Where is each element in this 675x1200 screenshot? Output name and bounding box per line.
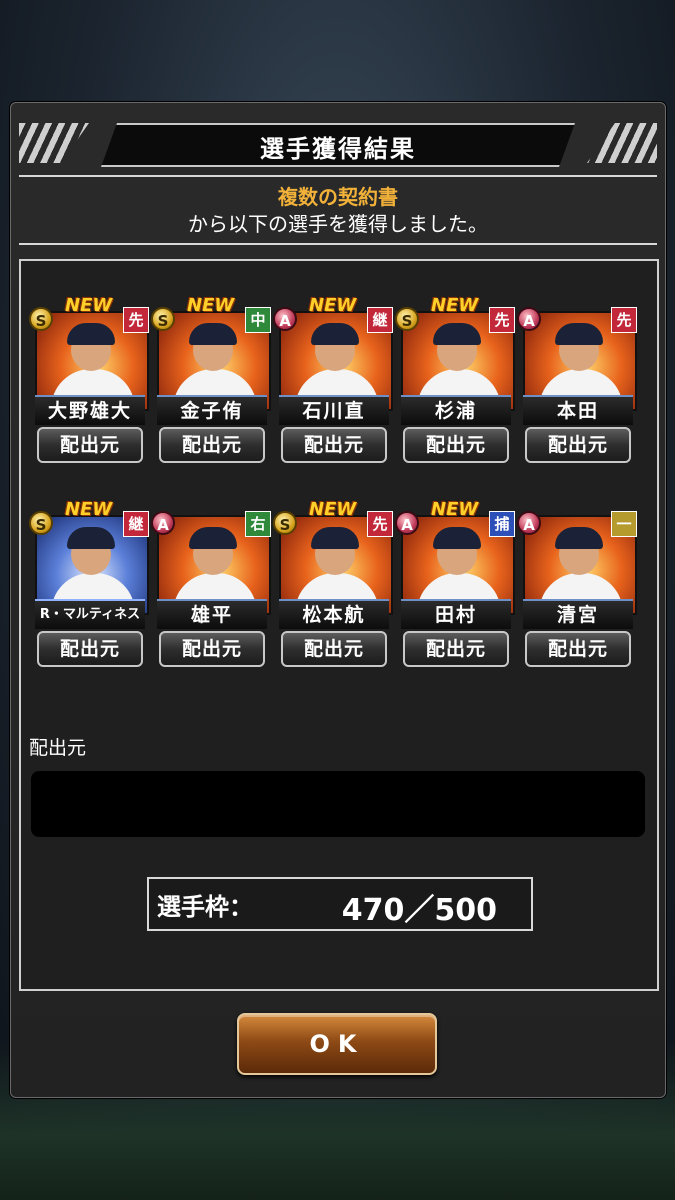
- position-badge: 継: [123, 511, 149, 537]
- player-slots-box: 選手枠： 470／500: [147, 877, 533, 931]
- rank-badge-icon: S: [29, 307, 53, 331]
- player-name: 金子侑: [180, 400, 244, 422]
- source-button[interactable]: 配出元: [403, 427, 509, 463]
- rank-badge-icon: A: [395, 511, 419, 535]
- player-name-bar: 松本航: [279, 599, 389, 629]
- rank-badge-icon: A: [273, 307, 297, 331]
- player-card[interactable]: 松本航 S NEW 先配出元: [273, 499, 393, 671]
- player-panel: 大野雄大 S NEW 先配出元 金子侑 S NEW 中配出元 石川直 A NEW 継配出元 杉浦 S NEW…: [19, 259, 659, 991]
- position-badge: 継: [367, 307, 393, 333]
- new-badge: NEW: [431, 295, 479, 316]
- acquisition-result-dialog: 選手獲得結果 複数の契約書 から以下の選手を獲得しました。 大野雄大 S NEW 先配…: [10, 102, 666, 1098]
- divider-top: [19, 175, 657, 177]
- player-name: 本田: [556, 400, 599, 422]
- position-badge: 右: [245, 511, 271, 537]
- player-card[interactable]: 金子侑 S NEW 中配出元: [151, 295, 271, 467]
- portrait-cap: [311, 527, 359, 549]
- portrait-cap: [67, 527, 115, 549]
- player-card[interactable]: R・マルティネス S NEW 継配出元: [29, 499, 149, 671]
- player-card[interactable]: 田村 A NEW 捕配出元: [395, 499, 515, 671]
- source-label: 配出元: [29, 737, 87, 759]
- title-bar: 選手獲得結果: [19, 123, 657, 167]
- source-display-box: [31, 771, 645, 837]
- portrait-cap: [67, 323, 115, 345]
- player-card[interactable]: 清宮 A 一配出元: [517, 503, 637, 671]
- result-message: から以下の選手を獲得しました。: [188, 212, 488, 236]
- player-card[interactable]: 本田 A 先配出元: [517, 299, 637, 467]
- player-card[interactable]: 雄平 A 右配出元: [151, 503, 271, 671]
- player-name: 杉浦: [434, 400, 477, 422]
- divider-bottom: [19, 243, 657, 245]
- source-button[interactable]: 配出元: [37, 631, 143, 667]
- player-name: 田村: [434, 604, 477, 626]
- new-badge: NEW: [65, 295, 113, 316]
- new-badge: NEW: [309, 295, 357, 316]
- dialog-title: 選手獲得結果: [260, 135, 416, 163]
- new-badge: NEW: [187, 295, 235, 316]
- position-badge: 一: [611, 511, 637, 537]
- portrait-cap: [555, 323, 603, 345]
- source-button[interactable]: 配出元: [403, 631, 509, 667]
- player-name: 清宮: [556, 604, 599, 626]
- portrait-cap: [433, 323, 481, 345]
- position-badge: 中: [245, 307, 271, 333]
- rank-badge-icon: A: [151, 511, 175, 535]
- player-name: R・マルティネス: [39, 607, 141, 622]
- source-button[interactable]: 配出元: [281, 631, 387, 667]
- player-name-bar: 雄平: [157, 599, 267, 629]
- new-badge: NEW: [65, 499, 113, 520]
- position-badge: 先: [611, 307, 637, 333]
- rank-badge-icon: S: [29, 511, 53, 535]
- player-name-bar: 田村: [401, 599, 511, 629]
- portrait-cap: [555, 527, 603, 549]
- player-name: 石川直: [302, 400, 366, 422]
- position-badge: 先: [123, 307, 149, 333]
- player-card[interactable]: 杉浦 S NEW 先配出元: [395, 295, 515, 467]
- player-card[interactable]: 大野雄大 S NEW 先配出元: [29, 295, 149, 467]
- player-slots-value: 470／500: [341, 893, 497, 928]
- rank-badge-icon: A: [517, 307, 541, 331]
- source-button[interactable]: 配出元: [159, 427, 265, 463]
- player-name-bar: 本田: [523, 395, 633, 425]
- player-name-bar: 石川直: [279, 395, 389, 425]
- player-name-bar: 金子侑: [157, 395, 267, 425]
- source-highlight: 複数の契約書: [278, 185, 398, 209]
- player-name: 雄平: [190, 604, 233, 626]
- source-button[interactable]: 配出元: [159, 631, 265, 667]
- new-badge: NEW: [309, 499, 357, 520]
- position-badge: 捕: [489, 511, 515, 537]
- portrait-cap: [189, 527, 237, 549]
- source-button[interactable]: 配出元: [281, 427, 387, 463]
- player-name-bar: 杉浦: [401, 395, 511, 425]
- rank-badge-icon: S: [151, 307, 175, 331]
- rank-badge-icon: A: [517, 511, 541, 535]
- player-slots-label: 選手枠：: [157, 893, 253, 921]
- position-badge: 先: [489, 307, 515, 333]
- ok-button[interactable]: OK: [237, 1013, 437, 1075]
- player-name-bar: 清宮: [523, 599, 633, 629]
- portrait-cap: [189, 323, 237, 345]
- player-name: 大野雄大: [47, 400, 132, 422]
- new-badge: NEW: [431, 499, 479, 520]
- player-card[interactable]: 石川直 A NEW 継配出元: [273, 295, 393, 467]
- rank-badge-icon: S: [395, 307, 419, 331]
- source-button[interactable]: 配出元: [37, 427, 143, 463]
- source-button[interactable]: 配出元: [525, 427, 631, 463]
- player-name-bar: 大野雄大: [35, 395, 145, 425]
- position-badge: 先: [367, 511, 393, 537]
- player-name: 松本航: [302, 604, 366, 626]
- portrait-cap: [433, 527, 481, 549]
- player-name-bar: R・マルティネス: [35, 599, 145, 629]
- source-button[interactable]: 配出元: [525, 631, 631, 667]
- rank-badge-icon: S: [273, 511, 297, 535]
- portrait-cap: [311, 323, 359, 345]
